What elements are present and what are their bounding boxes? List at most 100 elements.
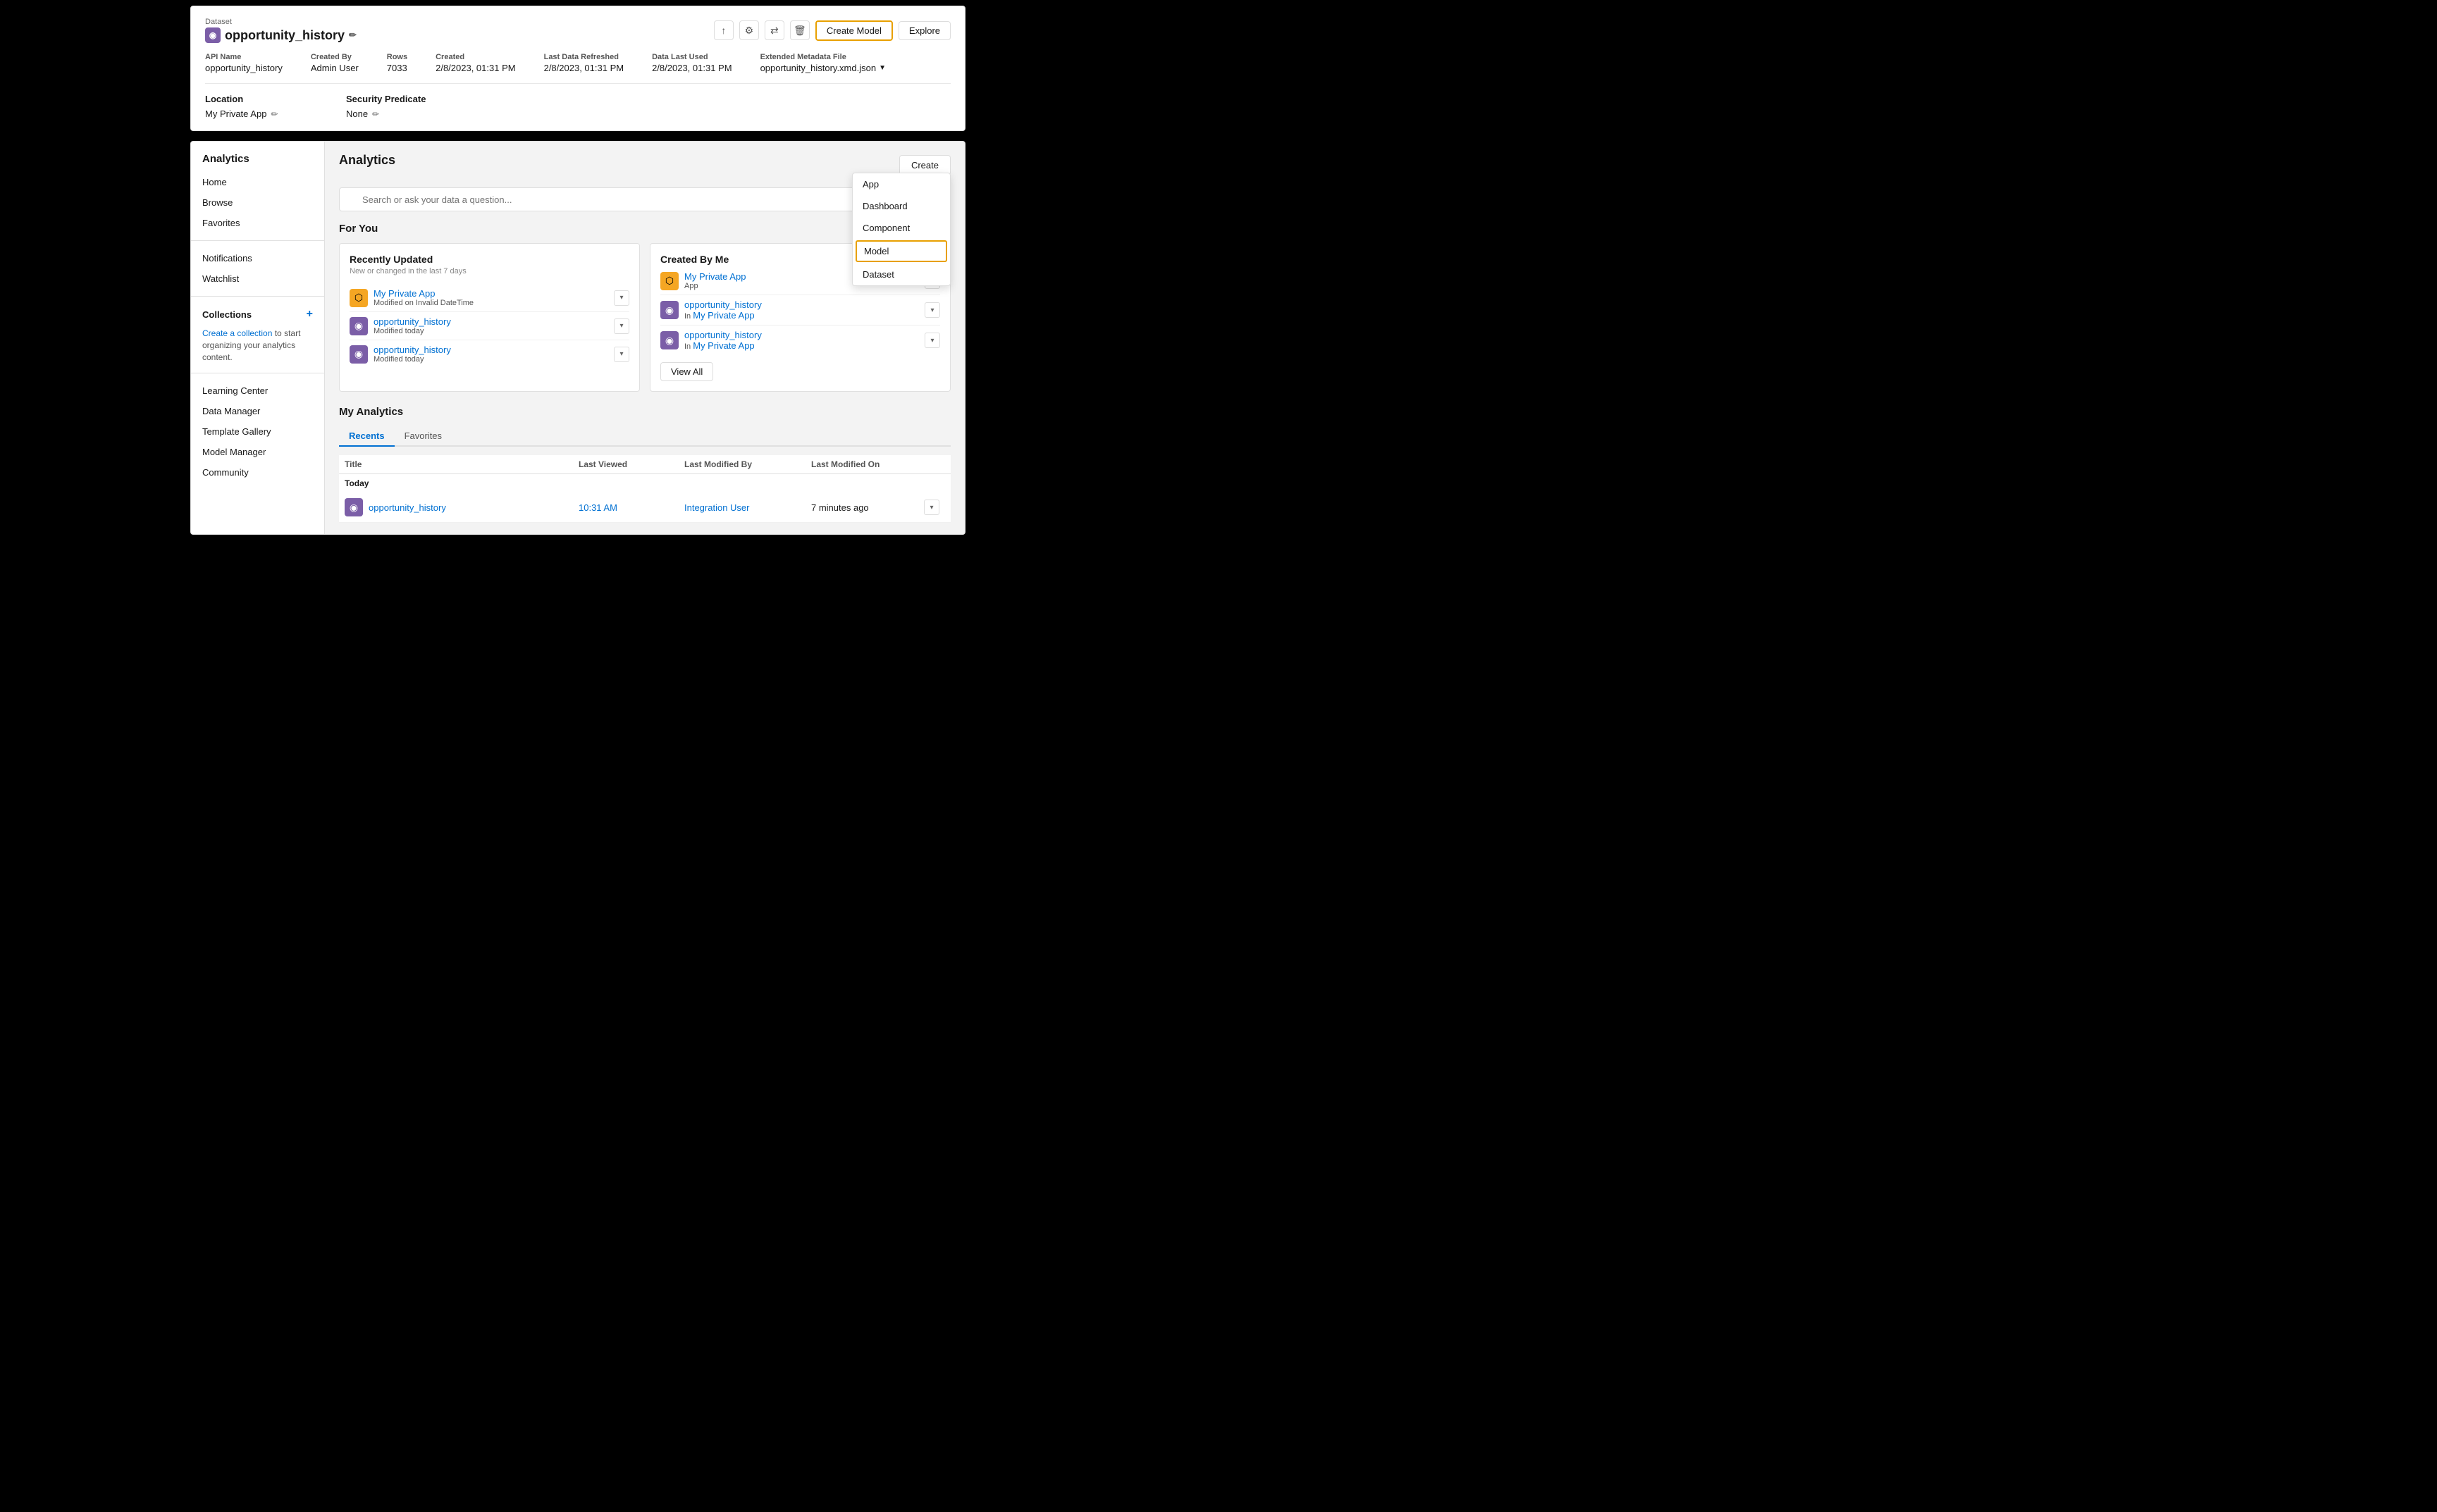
item-chevron-button[interactable]: ▾ [614, 347, 629, 362]
dataset-icon: ◉ [205, 27, 221, 43]
explore-button[interactable]: Explore [899, 21, 951, 40]
meta-createdby-label: Created By [311, 53, 359, 61]
card-item-left: ⬡ My Private App Modified on Invalid Dat… [350, 288, 474, 307]
item-info: opportunity_history Modified today [374, 345, 451, 364]
dropdown-item-app[interactable]: App [853, 173, 950, 195]
sidebar-item-data-manager[interactable]: Data Manager [191, 401, 324, 421]
sidebar-item-notifications[interactable]: Notifications [191, 248, 324, 268]
in-app-link[interactable]: My Private App [693, 340, 754, 351]
search-input[interactable] [339, 187, 875, 211]
item-link[interactable]: opportunity_history [374, 316, 451, 327]
meta-created-label: Created [436, 53, 515, 61]
card-item-left: ⬡ My Private App App [660, 271, 746, 290]
location-value: My Private App ✏ [205, 109, 332, 119]
col-last-modified-on: Last Modified On [811, 459, 924, 469]
list-item: ◉ opportunity_history Modified today ▾ [350, 340, 629, 368]
card-item-left: ◉ opportunity_history In My Private App [660, 330, 762, 351]
tabs: Recents Favorites [339, 426, 951, 447]
item-info: opportunity_history In My Private App [684, 330, 762, 351]
item-chevron-button[interactable]: ▾ [925, 333, 940, 348]
main-title: Analytics [339, 153, 395, 168]
col-last-modified-by: Last Modified By [684, 459, 811, 469]
row-last-modified-by[interactable]: Integration User [684, 502, 811, 513]
list-item: ◉ opportunity_history In My Private App … [660, 295, 940, 326]
in-app-link[interactable]: My Private App [693, 310, 754, 321]
settings-icon[interactable]: ⚙ [739, 20, 759, 40]
meta-created: Created 2/8/2023, 01:31 PM [436, 53, 515, 73]
item-link[interactable]: My Private App [374, 288, 435, 299]
security-heading: Security Predicate [346, 94, 473, 104]
tab-recents[interactable]: Recents [339, 426, 395, 447]
create-model-button[interactable]: Create Model [815, 20, 893, 41]
create-collection-link[interactable]: Create a collection [202, 328, 272, 338]
sidebar-item-template-gallery[interactable]: Template Gallery [191, 421, 324, 442]
delete-icon[interactable]: 🗑 [790, 20, 810, 40]
app-icon: ⬡ [350, 289, 368, 307]
item-link[interactable]: opportunity_history [684, 330, 762, 340]
dataset-name: opportunity_history [225, 28, 345, 43]
meta-dataused-label: Data Last Used [652, 53, 732, 61]
view-all-button[interactable]: View All [660, 362, 713, 381]
item-link[interactable]: opportunity_history [684, 299, 762, 310]
row-last-modified-on: 7 minutes ago [811, 502, 924, 513]
meta-dataused-value: 2/8/2023, 01:31 PM [652, 63, 732, 73]
list-item: ◉ opportunity_history In My Private App … [660, 326, 940, 355]
sidebar-item-community[interactable]: Community [191, 462, 324, 483]
item-link[interactable]: My Private App [684, 271, 746, 282]
edit-dataset-icon[interactable]: ✏ [349, 30, 357, 41]
sidebar-item-learning-center[interactable]: Learning Center [191, 380, 324, 401]
card-item-left: ◉ opportunity_history Modified today [350, 316, 451, 335]
dataset-actions: ↑ ⚙ ⇄ 🗑 Create Model Explore [714, 20, 951, 41]
item-info: My Private App Modified on Invalid DateT… [374, 288, 474, 307]
row-item-link[interactable]: opportunity_history [369, 502, 446, 513]
metadata-row: API Name opportunity_history Created By … [205, 53, 951, 84]
sidebar-collections-title: Collections + [191, 304, 324, 325]
meta-created-value: 2/8/2023, 01:31 PM [436, 63, 515, 73]
dropdown-item-component[interactable]: Component [853, 217, 950, 239]
sidebar-item-browse[interactable]: Browse [191, 192, 324, 213]
list-item: ⬡ My Private App Modified on Invalid Dat… [350, 284, 629, 312]
item-chevron-button[interactable]: ▾ [614, 290, 629, 306]
sidebar-item-watchlist[interactable]: Watchlist [191, 268, 324, 289]
my-analytics-title: My Analytics [339, 406, 951, 418]
edit-security-icon[interactable]: ✏ [372, 109, 379, 119]
col-last-viewed: Last Viewed [579, 459, 684, 469]
row-chevron-button[interactable]: ▾ [924, 500, 939, 515]
sidebar-divider-2 [191, 296, 324, 297]
tab-favorites[interactable]: Favorites [395, 426, 452, 447]
search-wrapper: 🔍 [339, 187, 875, 211]
connect-icon[interactable]: ⇄ [765, 20, 784, 40]
item-info: opportunity_history Modified today [374, 316, 451, 335]
sidebar-item-model-manager[interactable]: Model Manager [191, 442, 324, 462]
item-link[interactable]: opportunity_history [374, 345, 451, 355]
meta-xmd-label: Extended Metadata File [760, 53, 886, 61]
dropdown-item-model[interactable]: Model [856, 240, 947, 262]
dataset-icon: ◉ [350, 317, 368, 335]
dropdown-item-dataset[interactable]: Dataset [853, 264, 950, 285]
my-analytics-section: My Analytics Recents Favorites Title Las… [339, 406, 951, 523]
item-sub: Modified today [374, 355, 451, 364]
meta-rows-label: Rows [387, 53, 407, 61]
item-chevron-button[interactable]: ▾ [925, 302, 940, 318]
dropdown-item-dashboard[interactable]: Dashboard [853, 195, 950, 217]
sidebar-item-favorites[interactable]: Favorites [191, 213, 324, 233]
meta-api-value: opportunity_history [205, 63, 283, 73]
sidebar-item-home[interactable]: Home [191, 172, 324, 192]
meta-xmd-value: opportunity_history.xmd.json ▼ [760, 63, 886, 73]
dropdown-arrow-icon[interactable]: ▼ [879, 64, 886, 72]
item-info: My Private App App [684, 271, 746, 290]
meta-refreshed-value: 2/8/2023, 01:31 PM [544, 63, 624, 73]
item-sub: Modified on Invalid DateTime [374, 299, 474, 307]
edit-location-icon[interactable]: ✏ [271, 109, 278, 119]
dataset-header: Dataset ◉ opportunity_history ✏ ↑ ⚙ ⇄ 🗑 … [205, 18, 951, 43]
sidebar-collection-text: Create a collection to start organizing … [191, 325, 324, 366]
meta-extended-metadata: Extended Metadata File opportunity_histo… [760, 53, 886, 73]
upload-icon[interactable]: ↑ [714, 20, 734, 40]
sidebar-title: Analytics [191, 153, 324, 165]
item-sub: In My Private App [684, 340, 762, 351]
meta-api-label: API Name [205, 53, 283, 61]
row-dataset-icon: ◉ [345, 498, 363, 516]
item-chevron-button[interactable]: ▾ [614, 318, 629, 334]
dataset-name-row: ◉ opportunity_history ✏ [205, 27, 357, 43]
add-collection-icon[interactable]: + [307, 308, 313, 321]
